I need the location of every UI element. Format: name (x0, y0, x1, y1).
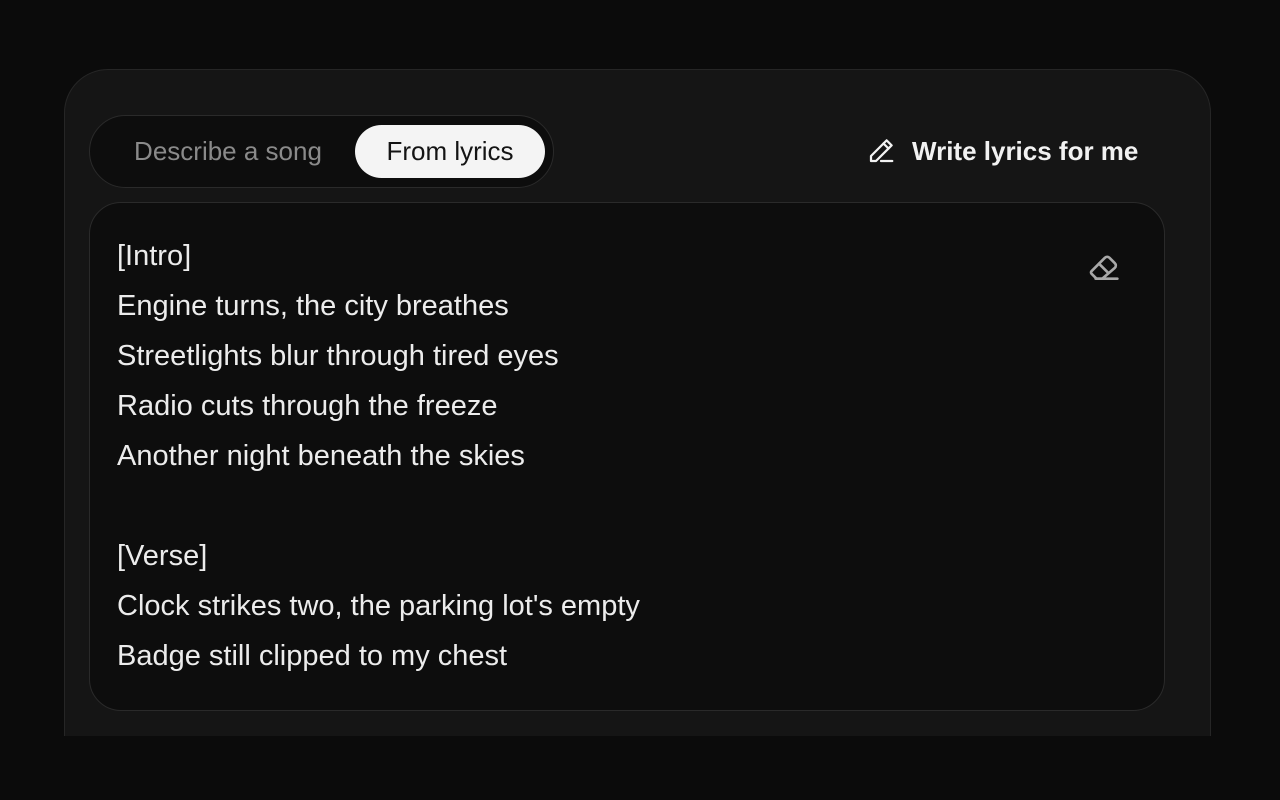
mode-toggle: Describe a song From lyrics (89, 115, 554, 188)
bottom-edge (0, 736, 1280, 800)
clear-lyrics-button[interactable] (1084, 247, 1124, 287)
write-lyrics-label: Write lyrics for me (912, 135, 1139, 166)
left-edge (0, 0, 64, 800)
pencil-icon (869, 139, 894, 163)
tab-describe-song[interactable]: Describe a song (104, 125, 352, 178)
lyrics-textarea[interactable]: [Intro] Engine turns, the city breathes … (89, 202, 1165, 711)
lyrics-content[interactable]: [Intro] Engine turns, the city breathes … (117, 231, 1057, 681)
tab-from-lyrics[interactable]: From lyrics (355, 125, 545, 178)
write-lyrics-button[interactable]: Write lyrics for me (866, 130, 1138, 172)
eraser-icon (1089, 255, 1119, 280)
app-stage: Describe a song From lyrics Write lyrics… (0, 0, 1280, 800)
